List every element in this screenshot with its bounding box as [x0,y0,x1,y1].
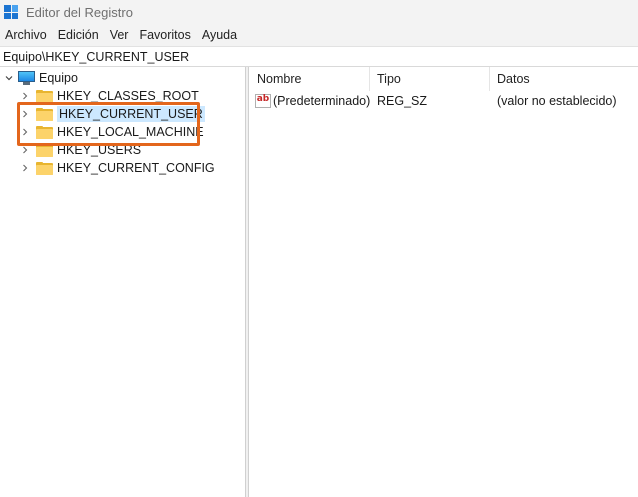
folder-icon [36,143,53,157]
tree-item-label-selected: HKEY_CURRENT_USER [57,106,205,122]
values-list-pane[interactable]: Nombre Tipo Datos ab (Predeterminado) RE… [249,67,638,497]
tree-item-hkey-local-machine[interactable]: HKEY_LOCAL_MACHINE [20,123,204,141]
tree-item-label: Equipo [39,71,78,85]
tree-item-equipo[interactable]: Equipo [4,69,78,87]
column-header-label: Datos [497,72,530,86]
tree-item-label: HKEY_CURRENT_CONFIG [57,161,215,175]
menu-bar: Archivo Edición Ver Favoritos Ayuda [0,24,638,46]
column-header-datos[interactable]: Datos [489,67,638,91]
menu-edicion[interactable]: Edición [53,28,105,42]
column-header-nombre[interactable]: Nombre [249,67,369,91]
chevron-right-icon[interactable] [20,127,30,137]
folder-icon [36,161,53,175]
table-row-data-cell: (valor no establecido) [497,92,617,110]
menu-archivo[interactable]: Archivo [0,28,53,42]
string-value-icon: ab [255,94,271,108]
chevron-right-icon[interactable] [20,145,30,155]
menu-ver[interactable]: Ver [105,28,135,42]
column-header-label: Tipo [377,72,401,86]
tree-item-hkey-classes-root[interactable]: HKEY_CLASSES_ROOT [20,87,199,105]
tree-item-hkey-current-config[interactable]: HKEY_CURRENT_CONFIG [20,159,215,177]
column-header-label: Nombre [257,72,302,86]
address-bar[interactable]: Equipo\HKEY_CURRENT_USER [0,46,638,67]
tree-item-label: HKEY_LOCAL_MACHINE [57,125,204,139]
chevron-right-icon[interactable] [20,109,30,119]
value-type: REG_SZ [377,94,428,108]
menu-favoritos[interactable]: Favoritos [134,28,196,42]
chevron-right-icon[interactable] [20,163,30,173]
value-data: (valor no establecido) [497,94,617,108]
folder-icon [36,89,53,103]
tree-item-hkey-users[interactable]: HKEY_USERS [20,141,141,159]
table-row-type-cell: REG_SZ [377,92,427,110]
folder-icon [36,125,53,139]
chevron-right-icon[interactable] [20,91,30,101]
table-row-name-cell[interactable]: ab (Predeterminado) [255,92,370,110]
registry-editor-icon [4,5,18,19]
window-title: Editor del Registro [26,4,133,20]
chevron-down-icon[interactable] [4,73,14,83]
value-name: (Predeterminado) [273,94,371,108]
address-path: Equipo\HKEY_CURRENT_USER [3,49,190,64]
tree-pane[interactable]: Equipo HKEY_CLASSES_ROOT HKEY_CURRENT_US… [0,67,245,497]
menu-ayuda[interactable]: Ayuda [197,28,243,42]
computer-icon [18,71,35,85]
title-bar: Editor del Registro [0,0,638,24]
folder-icon [36,107,53,121]
tree-item-label: HKEY_USERS [57,143,142,157]
column-header-tipo[interactable]: Tipo [369,67,489,91]
tree-item-hkey-current-user[interactable]: HKEY_CURRENT_USER [20,105,205,123]
tree-item-label: HKEY_CLASSES_ROOT [57,89,199,103]
